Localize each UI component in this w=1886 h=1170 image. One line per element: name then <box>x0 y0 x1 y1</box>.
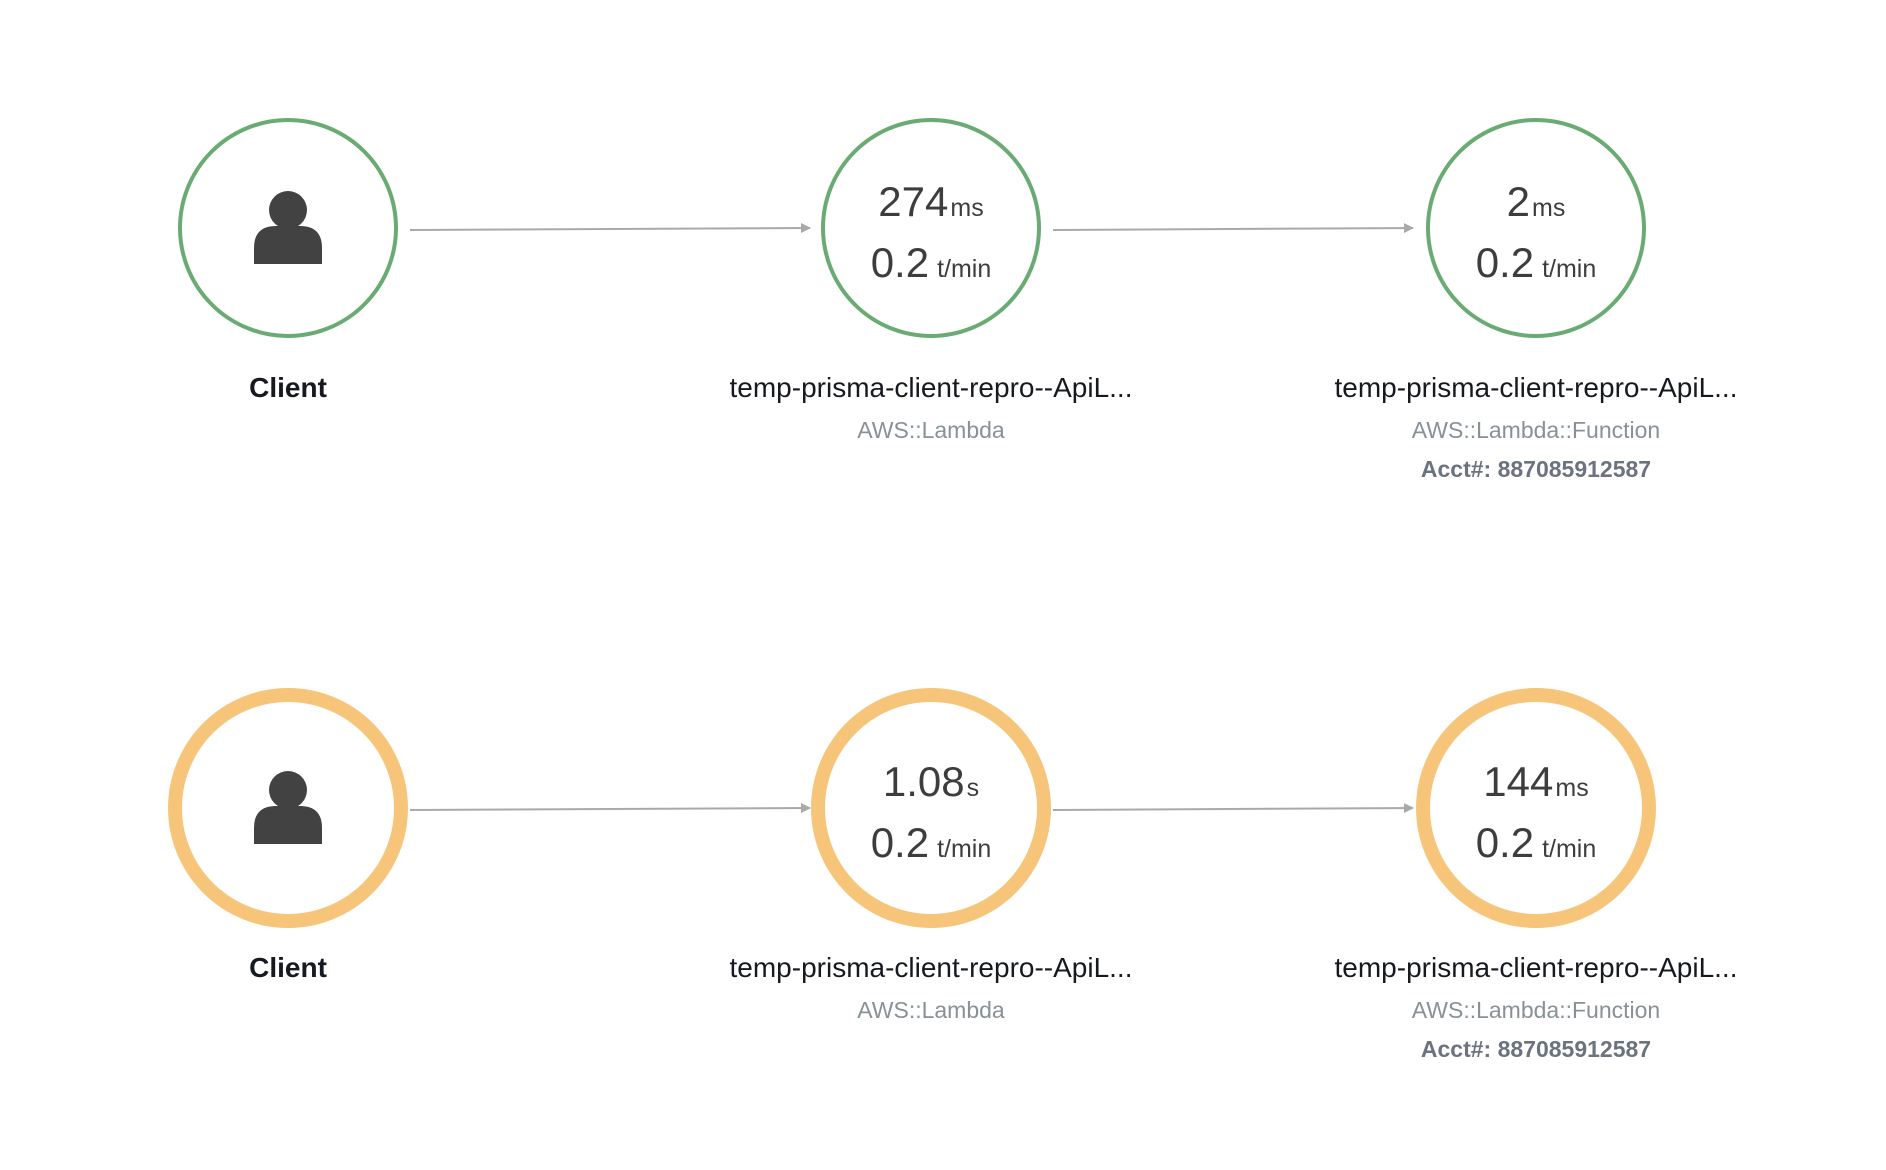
lambda-function-node[interactable]: 2ms 0.2 t/min <box>1426 118 1646 338</box>
edge-client-to-lambda[interactable] <box>409 803 811 814</box>
node-type: AWS::Lambda <box>857 417 1005 443</box>
lambda-node[interactable]: 1.08s 0.2 t/min <box>811 688 1051 928</box>
node-name[interactable]: temp-prisma-client-repro--ApiL... <box>730 372 1133 403</box>
node-name[interactable]: temp-prisma-client-repro--ApiL... <box>730 952 1133 983</box>
edge-client-to-lambda[interactable] <box>409 223 811 234</box>
edge-lambda-to-function[interactable] <box>1052 803 1414 814</box>
node-name[interactable]: temp-prisma-client-repro--ApiL... <box>1335 952 1738 983</box>
node-type: AWS::Lambda::Function <box>1412 417 1660 443</box>
lambda-node[interactable]: 274ms 0.2 t/min <box>821 118 1041 338</box>
service-map: Client 274ms 0.2 t/min temp-prisma-client… <box>168 118 1738 1062</box>
account-id: Acct#: 887085912587 <box>1421 456 1651 482</box>
client-node[interactable] <box>168 688 408 928</box>
node-type: AWS::Lambda::Function <box>1412 997 1660 1023</box>
client-node[interactable] <box>178 118 398 338</box>
service-map-row-1: Client 274ms 0.2 t/min temp-prisma-client… <box>178 118 1738 482</box>
lambda-function-node[interactable]: 144ms 0.2 t/min <box>1416 688 1656 928</box>
node-type: AWS::Lambda <box>857 997 1005 1023</box>
edge-lambda-to-function[interactable] <box>1052 223 1414 234</box>
client-label: Client <box>249 952 327 983</box>
service-map-row-2: Client 1.08s 0.2 t/min temp-prisma-client… <box>168 688 1738 1062</box>
node-name[interactable]: temp-prisma-client-repro--ApiL... <box>1335 372 1738 403</box>
client-label: Client <box>249 372 327 403</box>
account-id: Acct#: 887085912587 <box>1421 1036 1651 1062</box>
